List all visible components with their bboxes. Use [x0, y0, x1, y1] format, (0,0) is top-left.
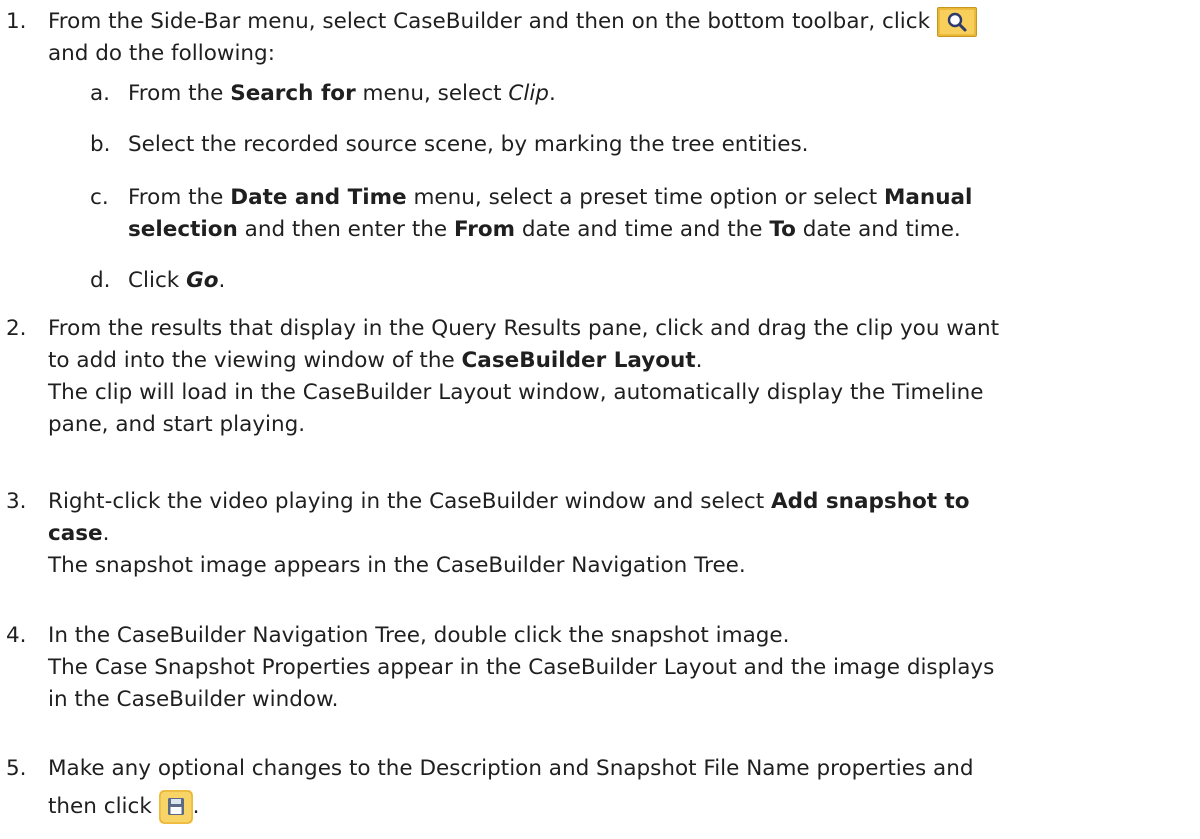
step-number: 1. [6, 9, 27, 34]
step-line: pane, and start playing. [48, 412, 306, 437]
step-line: From the results that display in the Que… [48, 316, 1000, 341]
step-line: and do the following: [48, 41, 275, 66]
step-body: Make any optional changes to the Descrip… [48, 753, 1196, 829]
substep-text: From the Search for menu, select Clip. [128, 81, 556, 106]
step-line: The Case Snapshot Properties appear in t… [48, 655, 995, 680]
step-line: The clip will load in the CaseBuilder La… [48, 380, 984, 405]
step-body: Right-click the video playing in the Cas… [48, 486, 1196, 582]
substep-text: Click Go. [128, 268, 226, 293]
step-number: 2. [6, 316, 27, 341]
substep-label: c. [90, 185, 109, 210]
step-line: Make any optional changes to the Descrip… [48, 756, 974, 781]
substep-label: a. [90, 81, 111, 106]
substep-label: b. [90, 132, 111, 157]
ui-term: Date and Time [230, 185, 407, 210]
ui-value: Clip [508, 81, 549, 106]
step-number: 4. [6, 623, 27, 648]
step-number: 3. [6, 489, 27, 514]
step-line: in the CaseBuilder window. [48, 687, 339, 712]
substep-text: From the Date and Time menu, select a pr… [128, 185, 973, 242]
step-body: In the CaseBuilder Navigation Tree, doub… [48, 620, 1196, 716]
step-body: From the Side-Bar menu, select CaseBuild… [48, 6, 1196, 70]
step-line: From the Side-Bar menu, select CaseBuild… [48, 6, 1196, 38]
substep-label: d. [90, 268, 111, 293]
ui-term: Add snapshot to [770, 489, 970, 514]
step-line: Right-click the video playing in the Cas… [48, 489, 970, 514]
ui-term: Search for [230, 81, 356, 106]
step-line: In the CaseBuilder Navigation Tree, doub… [48, 623, 790, 648]
ui-term: CaseBuilder Layout [461, 348, 696, 373]
procedure-document: 1. From the Side-Bar menu, select CaseBu… [0, 0, 1200, 839]
substep-text: Select the recorded source scene, by mar… [128, 132, 809, 157]
step-body: From the results that display in the Que… [48, 313, 1196, 441]
step-line: then click . [48, 785, 1196, 829]
ui-term: selection [128, 217, 238, 242]
ui-term: case [48, 521, 103, 546]
ui-term: To [769, 217, 796, 242]
search-icon [936, 7, 977, 37]
ui-term: Go [186, 268, 219, 293]
step-line: case. [48, 521, 110, 546]
ui-term: Manual [884, 185, 973, 210]
ui-term: From [453, 217, 516, 242]
step-line: to add into the viewing window of the Ca… [48, 348, 703, 373]
step-line: The snapshot image appears in the CaseBu… [48, 553, 746, 578]
step-number: 5. [6, 756, 27, 781]
save-icon [158, 790, 193, 824]
